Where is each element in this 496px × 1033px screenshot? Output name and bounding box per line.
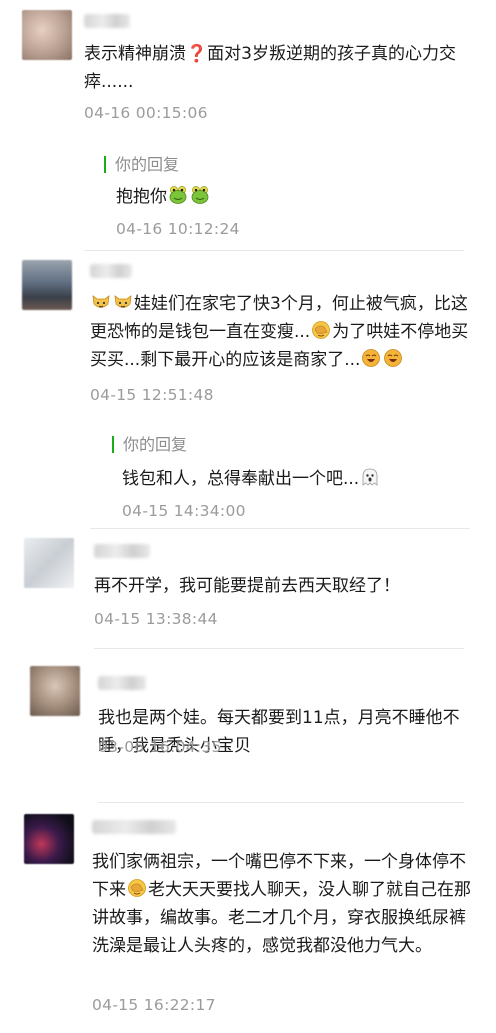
divider (94, 648, 464, 649)
nickname-blurred (92, 820, 176, 834)
ghost-icon (360, 467, 380, 487)
nickname-blurred (90, 264, 132, 278)
comment-time: 04-15 13:38:44 (94, 610, 218, 628)
avatar[interactable] (30, 666, 80, 716)
comment-time: 03-06 16:04:35 (98, 738, 222, 756)
divider (98, 802, 464, 803)
comment-text: 我们家俩祖宗，一个嘴巴停不下来，一个身体停不下来 老大天天要找人聊天，没人聊了就自… (92, 852, 471, 956)
nickname-blurred (84, 14, 130, 28)
comment-time: 04-15 16:22:17 (92, 996, 216, 1014)
reply-time: 04-15 14:34:00 (122, 502, 246, 520)
avatar[interactable] (22, 260, 72, 310)
avatar[interactable] (24, 814, 74, 864)
nickname-blurred (98, 676, 146, 690)
grin-icon (361, 348, 381, 368)
facepalm-icon (127, 878, 147, 898)
grin-icon (383, 348, 403, 368)
comment-text: 娃娃们在家宅了快3个月，何止被气疯，比这更恐怖的是钱包一直在变瘦... 为了哄娃不… (90, 292, 469, 370)
avatar[interactable] (22, 10, 72, 60)
nickname-blurred (94, 544, 150, 558)
reply-label: 你的回复 (104, 156, 179, 173)
reply-text: 抱抱你 (116, 184, 211, 210)
avatar[interactable] (24, 538, 74, 588)
divider (90, 528, 470, 529)
comment-time: 04-15 12:51:48 (90, 386, 214, 404)
reply-text: 钱包和人，总得奉献出一个吧... (122, 466, 381, 492)
cat-icon (91, 292, 111, 312)
frog-icon (190, 185, 210, 205)
reply-label: 你的回复 (112, 436, 187, 453)
divider (84, 250, 464, 251)
comment-text: 再不开学，我可能要提前去西天取经了！ (94, 576, 400, 596)
comment-time: 04-16 00:15:06 (84, 104, 208, 122)
comment-text: 表示精神崩溃❓面对3岁叛逆期的孩子真的心力交瘁...... (84, 44, 456, 92)
reply-time: 04-16 10:12:24 (116, 220, 240, 238)
frog-icon (168, 185, 188, 205)
facepalm-icon (311, 320, 331, 340)
cat-icon (113, 292, 133, 312)
